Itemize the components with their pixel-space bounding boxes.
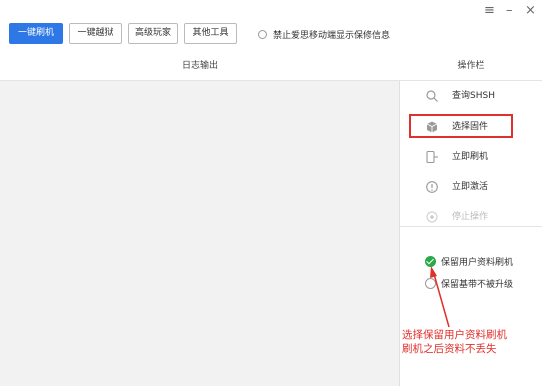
tab-one-click-flash[interactable]: 一键刷机 — [9, 23, 63, 44]
keep-user-data-label: 保留用户资料刷机 — [441, 257, 514, 268]
tab-advanced-player[interactable]: 高级玩家 — [128, 23, 178, 44]
annotation-line-2: 刷机之后资料不丢失 — [402, 343, 497, 355]
query-shsh-button[interactable]: 查询SHSH — [400, 84, 542, 108]
annotation-line-1: 选择保留用户资料刷机 — [402, 329, 507, 341]
minimize-icon[interactable]: – — [506, 4, 513, 18]
log-output-area[interactable] — [0, 81, 400, 386]
keep-user-data-option[interactable]: 保留用户资料刷机 — [425, 254, 513, 268]
activate-now-button[interactable]: 立即激活 — [400, 175, 542, 199]
keep-baseband-label: 保留基带不被升级 — [441, 279, 514, 290]
tab-other-tools[interactable]: 其他工具 — [184, 23, 237, 44]
panel-header: 日志输出 操作栏 — [0, 50, 542, 81]
flash-now-button[interactable]: 立即刷机 — [400, 145, 542, 169]
alert-circle-icon — [425, 180, 439, 194]
toolbar: 一键刷机 一键越狱 高级玩家 其他工具 禁止爱思移动端显示保修信息 ≡ – × — [0, 0, 542, 50]
keep-baseband-option[interactable]: 保留基带不被升级 — [425, 276, 513, 290]
log-title: 日志输出 — [181, 61, 218, 71]
hide-warranty-label: 禁止爱思移动端显示保修信息 — [273, 30, 391, 41]
flash-now-label: 立即刷机 — [452, 152, 489, 162]
close-icon[interactable]: × — [525, 4, 536, 18]
search-icon — [425, 89, 439, 103]
annotation-text: 选择保留用户资料刷机 刷机之后资料不丢失 — [402, 328, 542, 356]
check-icon[interactable] — [425, 255, 436, 267]
hide-warranty-option[interactable]: 禁止爱思移动端显示保修信息 — [258, 27, 390, 41]
radio-icon[interactable] — [258, 29, 267, 39]
activate-now-label: 立即激活 — [452, 182, 489, 192]
tab-one-click-jailbreak[interactable]: 一键越狱 — [69, 23, 122, 44]
menu-icon[interactable]: ≡ — [484, 4, 495, 18]
select-firmware-highlight — [409, 114, 513, 138]
panel-title: 操作栏 — [457, 61, 485, 71]
query-shsh-label: 查询SHSH — [452, 91, 495, 101]
panel-divider — [400, 226, 542, 227]
device-arrow-icon — [425, 150, 439, 164]
radio-icon[interactable] — [425, 277, 436, 289]
stop-icon — [425, 210, 439, 224]
